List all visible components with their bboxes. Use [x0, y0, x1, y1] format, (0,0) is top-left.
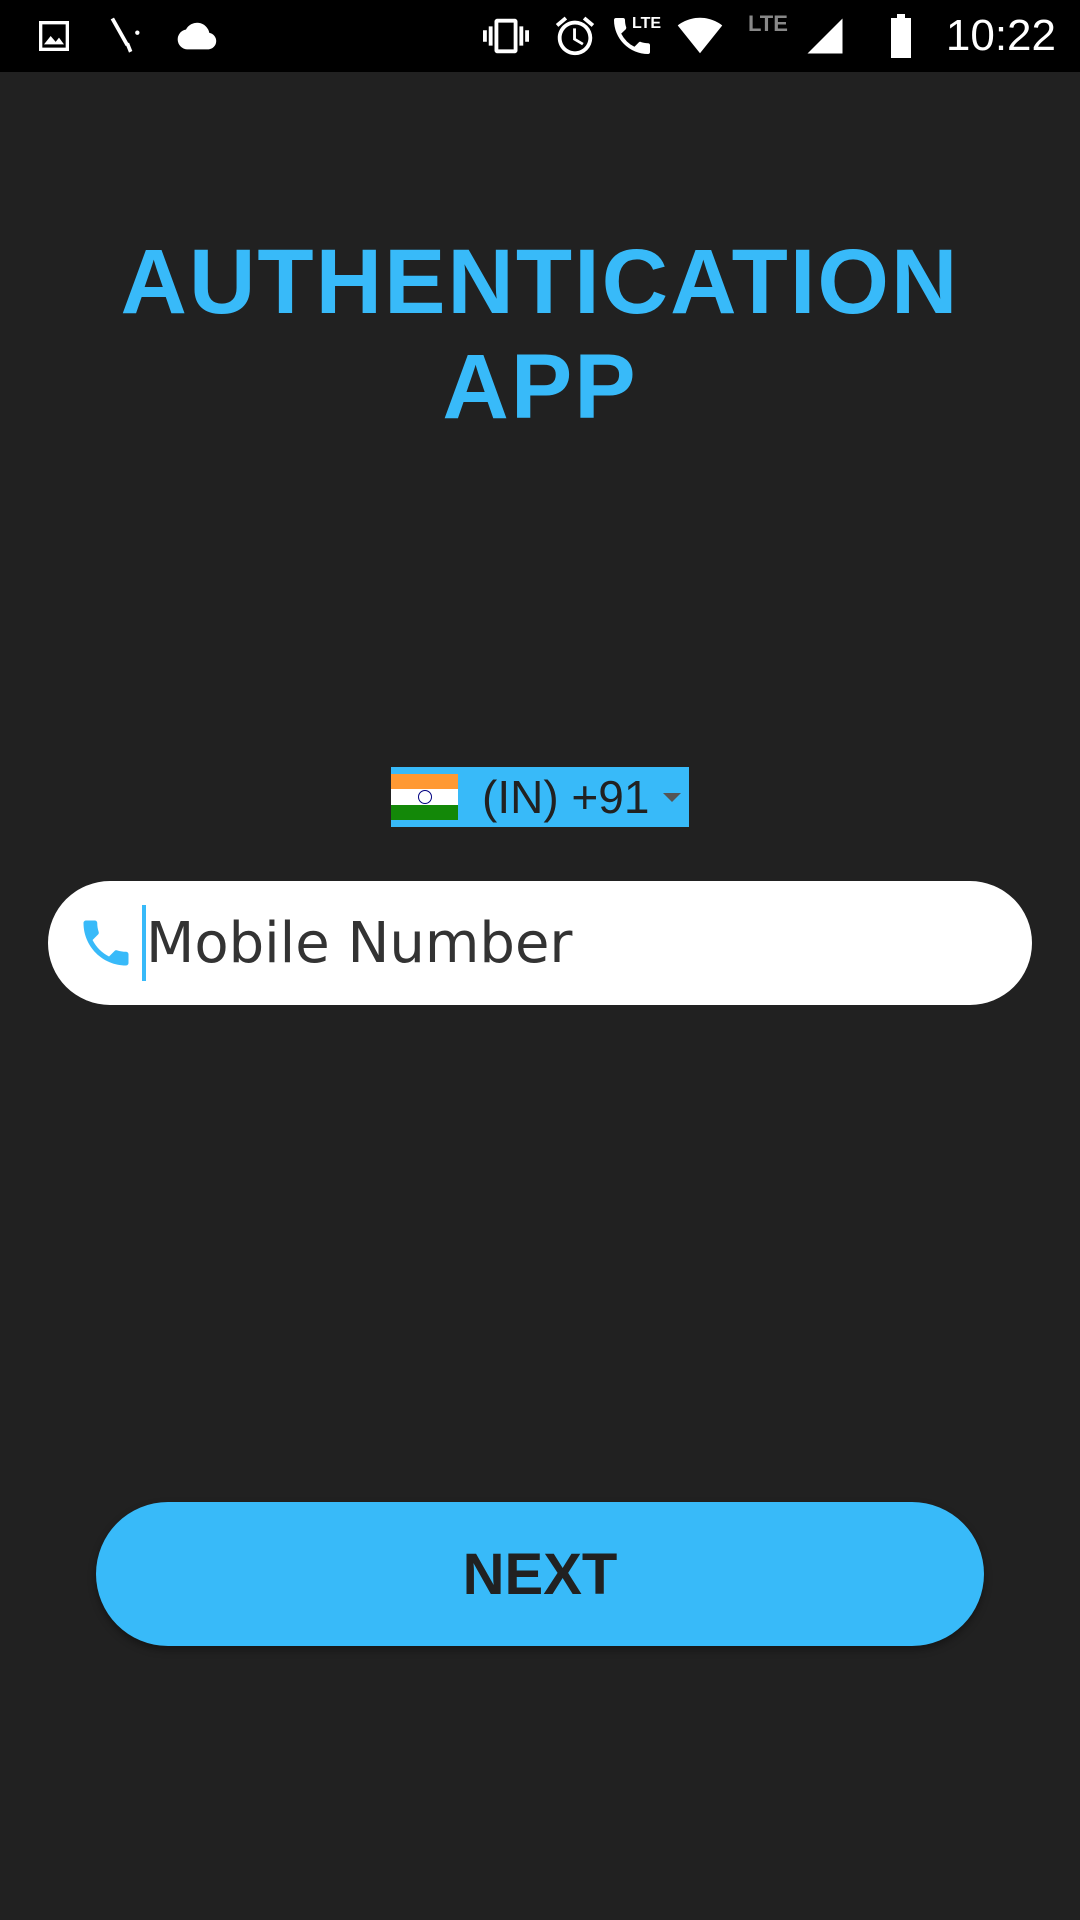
status-time: 10:22 [945, 11, 1056, 60]
volte-call-icon: LTE [608, 0, 668, 72]
cloud-icon [172, 0, 222, 72]
lte-label: LTE [748, 11, 788, 36]
vibrate-icon [480, 0, 532, 72]
mobile-number-field[interactable] [48, 881, 1032, 1005]
image-icon [34, 0, 74, 72]
battery-icon [886, 0, 916, 72]
next-button[interactable]: NEXT [96, 1502, 984, 1646]
status-bar: LTE LTE 10:22 [0, 0, 1080, 72]
wifi-icon [672, 0, 728, 72]
dropdown-arrow-icon [663, 792, 682, 802]
alarm-icon [552, 0, 598, 72]
mobile-number-input[interactable] [146, 903, 966, 983]
svg-text:LTE: LTE [632, 15, 661, 32]
country-code-label: (IN) +91 [482, 771, 650, 823]
app-title: AUTHENTICATION APP [120, 231, 960, 438]
tool-icon [104, 0, 144, 72]
phone-icon [83, 920, 129, 966]
lte-signal-icon: LTE [748, 0, 846, 72]
country-code-picker[interactable]: (IN) +91 [391, 767, 689, 827]
india-flag-icon [391, 774, 458, 820]
